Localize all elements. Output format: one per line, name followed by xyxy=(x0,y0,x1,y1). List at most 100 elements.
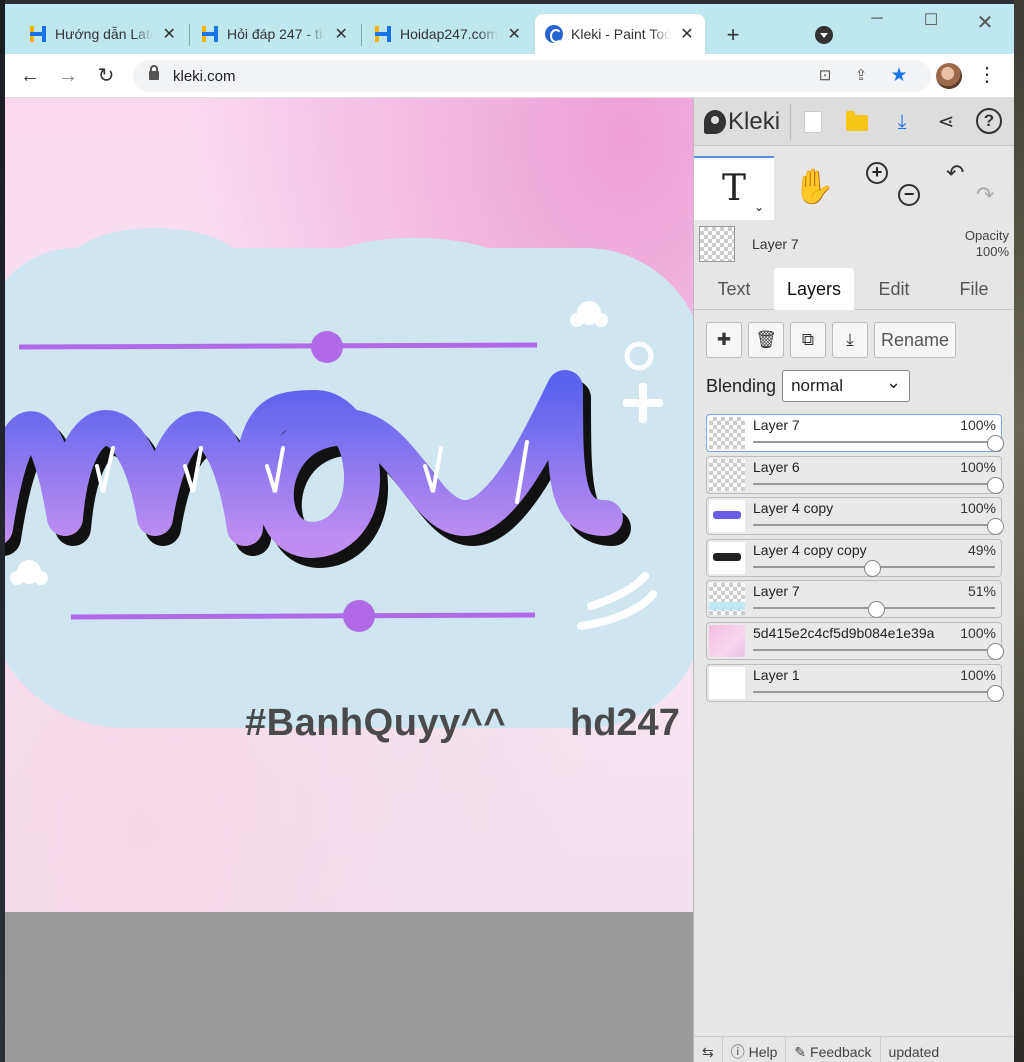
opacity-slider-track[interactable] xyxy=(753,690,995,693)
layer-name: 5d415e2c4cf5d9b084e1e39a xyxy=(753,624,935,641)
avatar[interactable] xyxy=(936,63,962,89)
layer-opacity-label: 100% xyxy=(958,458,996,475)
tab-text[interactable]: Text xyxy=(694,268,774,310)
kleki-favicon-icon xyxy=(545,25,563,43)
add-layer-button[interactable]: ✚ xyxy=(706,322,742,358)
layer-row[interactable]: 5d415e2c4cf5d9b084e1e39a 100% xyxy=(706,621,1004,660)
download-icon[interactable]: ⤓ xyxy=(888,108,916,136)
open-folder-icon[interactable] xyxy=(846,111,868,131)
reload-icon[interactable]: ↻ xyxy=(93,64,119,88)
bookmark-star-icon[interactable]: ★ xyxy=(889,66,909,86)
layer-thumbnail xyxy=(709,666,745,699)
close-icon[interactable]: ✕ xyxy=(679,24,695,44)
close-window-icon[interactable]: ✕ xyxy=(965,10,1005,34)
updated-label: updated xyxy=(888,1044,940,1060)
zoom-out-icon[interactable]: − xyxy=(898,184,920,206)
back-icon[interactable]: ← xyxy=(17,64,43,88)
duplicate-layer-button[interactable]: ⧉ xyxy=(790,322,826,358)
tab-layers[interactable]: Layers xyxy=(774,268,854,310)
layer-row[interactable]: Layer 1 100% xyxy=(706,663,1004,702)
layer-thumbnail xyxy=(709,624,745,657)
delete-layer-button[interactable]: 🗑 xyxy=(748,322,784,358)
close-icon[interactable]: ✕ xyxy=(333,24,349,44)
zoom-in-icon[interactable]: + xyxy=(866,162,888,184)
chevron-down-icon[interactable]: ⌄ xyxy=(754,200,764,214)
layer-row[interactable]: Layer 7 100% xyxy=(706,414,1004,452)
layer-row[interactable]: Layer 4 copy 100% xyxy=(706,497,1004,536)
opacity-readout: Opacity 100% xyxy=(964,228,1009,259)
kleki-logo[interactable]: Kleki xyxy=(704,106,780,138)
close-icon[interactable]: ✕ xyxy=(506,24,522,44)
opacity-slider-handle[interactable] xyxy=(863,559,881,577)
decor-dot xyxy=(343,600,375,632)
blending-select[interactable]: normal xyxy=(782,367,911,402)
watermark-text: hd247 xyxy=(570,702,680,744)
share-icon[interactable]: ⋖ xyxy=(932,108,960,136)
tab-edit[interactable]: Edit xyxy=(854,268,934,310)
tab-search-icon[interactable] xyxy=(815,26,833,44)
minimize-icon[interactable]: ─ xyxy=(857,10,897,34)
layer-thumbnail xyxy=(709,458,745,491)
maximize-icon[interactable]: ☐ xyxy=(911,10,951,34)
merge-down-button[interactable]: ⤓ xyxy=(832,322,868,358)
tab-separator xyxy=(361,24,362,46)
tab-huong-dan-latex[interactable]: Hướng dẫn Latex ✕ xyxy=(19,14,187,54)
translate-icon[interactable]: ⊡ xyxy=(815,66,835,86)
undo-icon[interactable]: ↶ xyxy=(946,160,964,186)
opacity-slider-track[interactable] xyxy=(753,524,995,527)
opacity-slider-handle[interactable] xyxy=(987,435,1004,452)
opacity-slider-handle[interactable] xyxy=(987,518,1004,536)
layer-row[interactable]: Layer 4 copy copy 49% xyxy=(706,538,1002,577)
collapse-icon[interactable]: ⇆ xyxy=(694,1037,723,1062)
artwork-canvas[interactable]: #BanhQuyy^^ hd247 xyxy=(5,98,693,912)
browser-toolbar: ← → ↻ kleki.com ⊡ ⇪ ★ ⋮ xyxy=(5,54,1014,98)
layer-name: Layer 4 copy xyxy=(753,500,834,517)
layer-thumbnail xyxy=(709,541,745,574)
hoidap-favicon-icon xyxy=(29,25,47,43)
new-image-icon[interactable] xyxy=(804,111,822,133)
layer-name: Layer 7 xyxy=(753,583,800,600)
hand-icon: ✋ xyxy=(792,168,836,206)
decor-dot xyxy=(311,331,343,363)
url-text[interactable]: kleki.com xyxy=(173,68,236,85)
decor-line xyxy=(70,612,536,620)
tab-kleki[interactable]: Kleki - Paint Tool ✕ xyxy=(535,14,705,54)
help-link[interactable]: ⓘ Help xyxy=(723,1037,787,1062)
feedback-link[interactable]: ✎ Feedback xyxy=(786,1037,881,1062)
hoidap-favicon-icon xyxy=(201,25,219,43)
opacity-slider-handle[interactable] xyxy=(868,601,886,619)
layer-row[interactable]: Layer 6 100% xyxy=(706,455,1004,494)
layer-row[interactable]: Layer 7 51% xyxy=(706,580,1002,619)
help-icon[interactable]: ? xyxy=(976,108,1002,134)
new-tab-button[interactable]: + xyxy=(719,22,747,48)
opacity-slider-track[interactable] xyxy=(753,482,995,485)
layer-thumbnail xyxy=(709,583,745,616)
menu-icon[interactable]: ⋮ xyxy=(977,64,997,86)
layer-name: Layer 6 xyxy=(753,458,800,475)
forward-icon[interactable]: → xyxy=(55,64,81,88)
blending-label: Blending xyxy=(706,375,777,396)
opacity-slider-handle[interactable] xyxy=(987,642,1004,660)
lettering-art xyxy=(5,301,663,632)
address-bar[interactable]: kleki.com ⊡ ⇪ ★ xyxy=(133,60,931,92)
blending-row: Blending normal xyxy=(706,367,911,402)
text-tool-button[interactable]: T ⌄ xyxy=(694,156,774,220)
share-icon[interactable]: ⇪ xyxy=(851,66,871,86)
rename-button[interactable]: Rename xyxy=(874,322,957,358)
canvas-area[interactable]: #BanhQuyy^^ hd247 xyxy=(5,98,693,1062)
opacity-slider-track[interactable] xyxy=(753,648,995,651)
tab-file[interactable]: File xyxy=(934,268,1014,310)
opacity-slider-handle[interactable] xyxy=(987,476,1004,494)
redo-icon[interactable]: ↷ xyxy=(976,182,994,208)
kleki-sidebar: Kleki ⤓ ⋖ ? T ⌄ ✋ + − ↶ ↷ Layer 7 Opacit… xyxy=(693,98,1014,1062)
opacity-slider-track[interactable] xyxy=(753,441,995,443)
browser-window: Hướng dẫn Latex ✕ Hỏi đáp 247 - tìm ✕ Ho… xyxy=(5,4,1014,1062)
close-icon[interactable]: ✕ xyxy=(161,24,177,44)
layer-opacity-label: 100% xyxy=(958,624,996,641)
opacity-slider-handle[interactable] xyxy=(987,684,1004,702)
tab-hoi-dap-247[interactable]: Hỏi đáp 247 - tìm ✕ xyxy=(191,14,359,54)
layer-thumbnail xyxy=(709,500,745,533)
hand-tool-button[interactable]: ✋ xyxy=(774,156,854,220)
lock-icon xyxy=(149,65,159,80)
tab-hoidap247[interactable]: Hoidap247.com ✕ xyxy=(364,14,532,54)
